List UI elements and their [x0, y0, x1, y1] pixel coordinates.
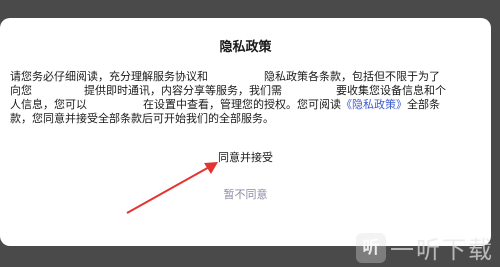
watermark-logo-icon: 听 [356, 232, 386, 263]
watermark-text: 一听下载 [390, 236, 494, 264]
red-arrow-annotation [126, 162, 218, 214]
arrow-shaft [126, 165, 212, 214]
watermark: 听 一听下载 [356, 230, 494, 265]
